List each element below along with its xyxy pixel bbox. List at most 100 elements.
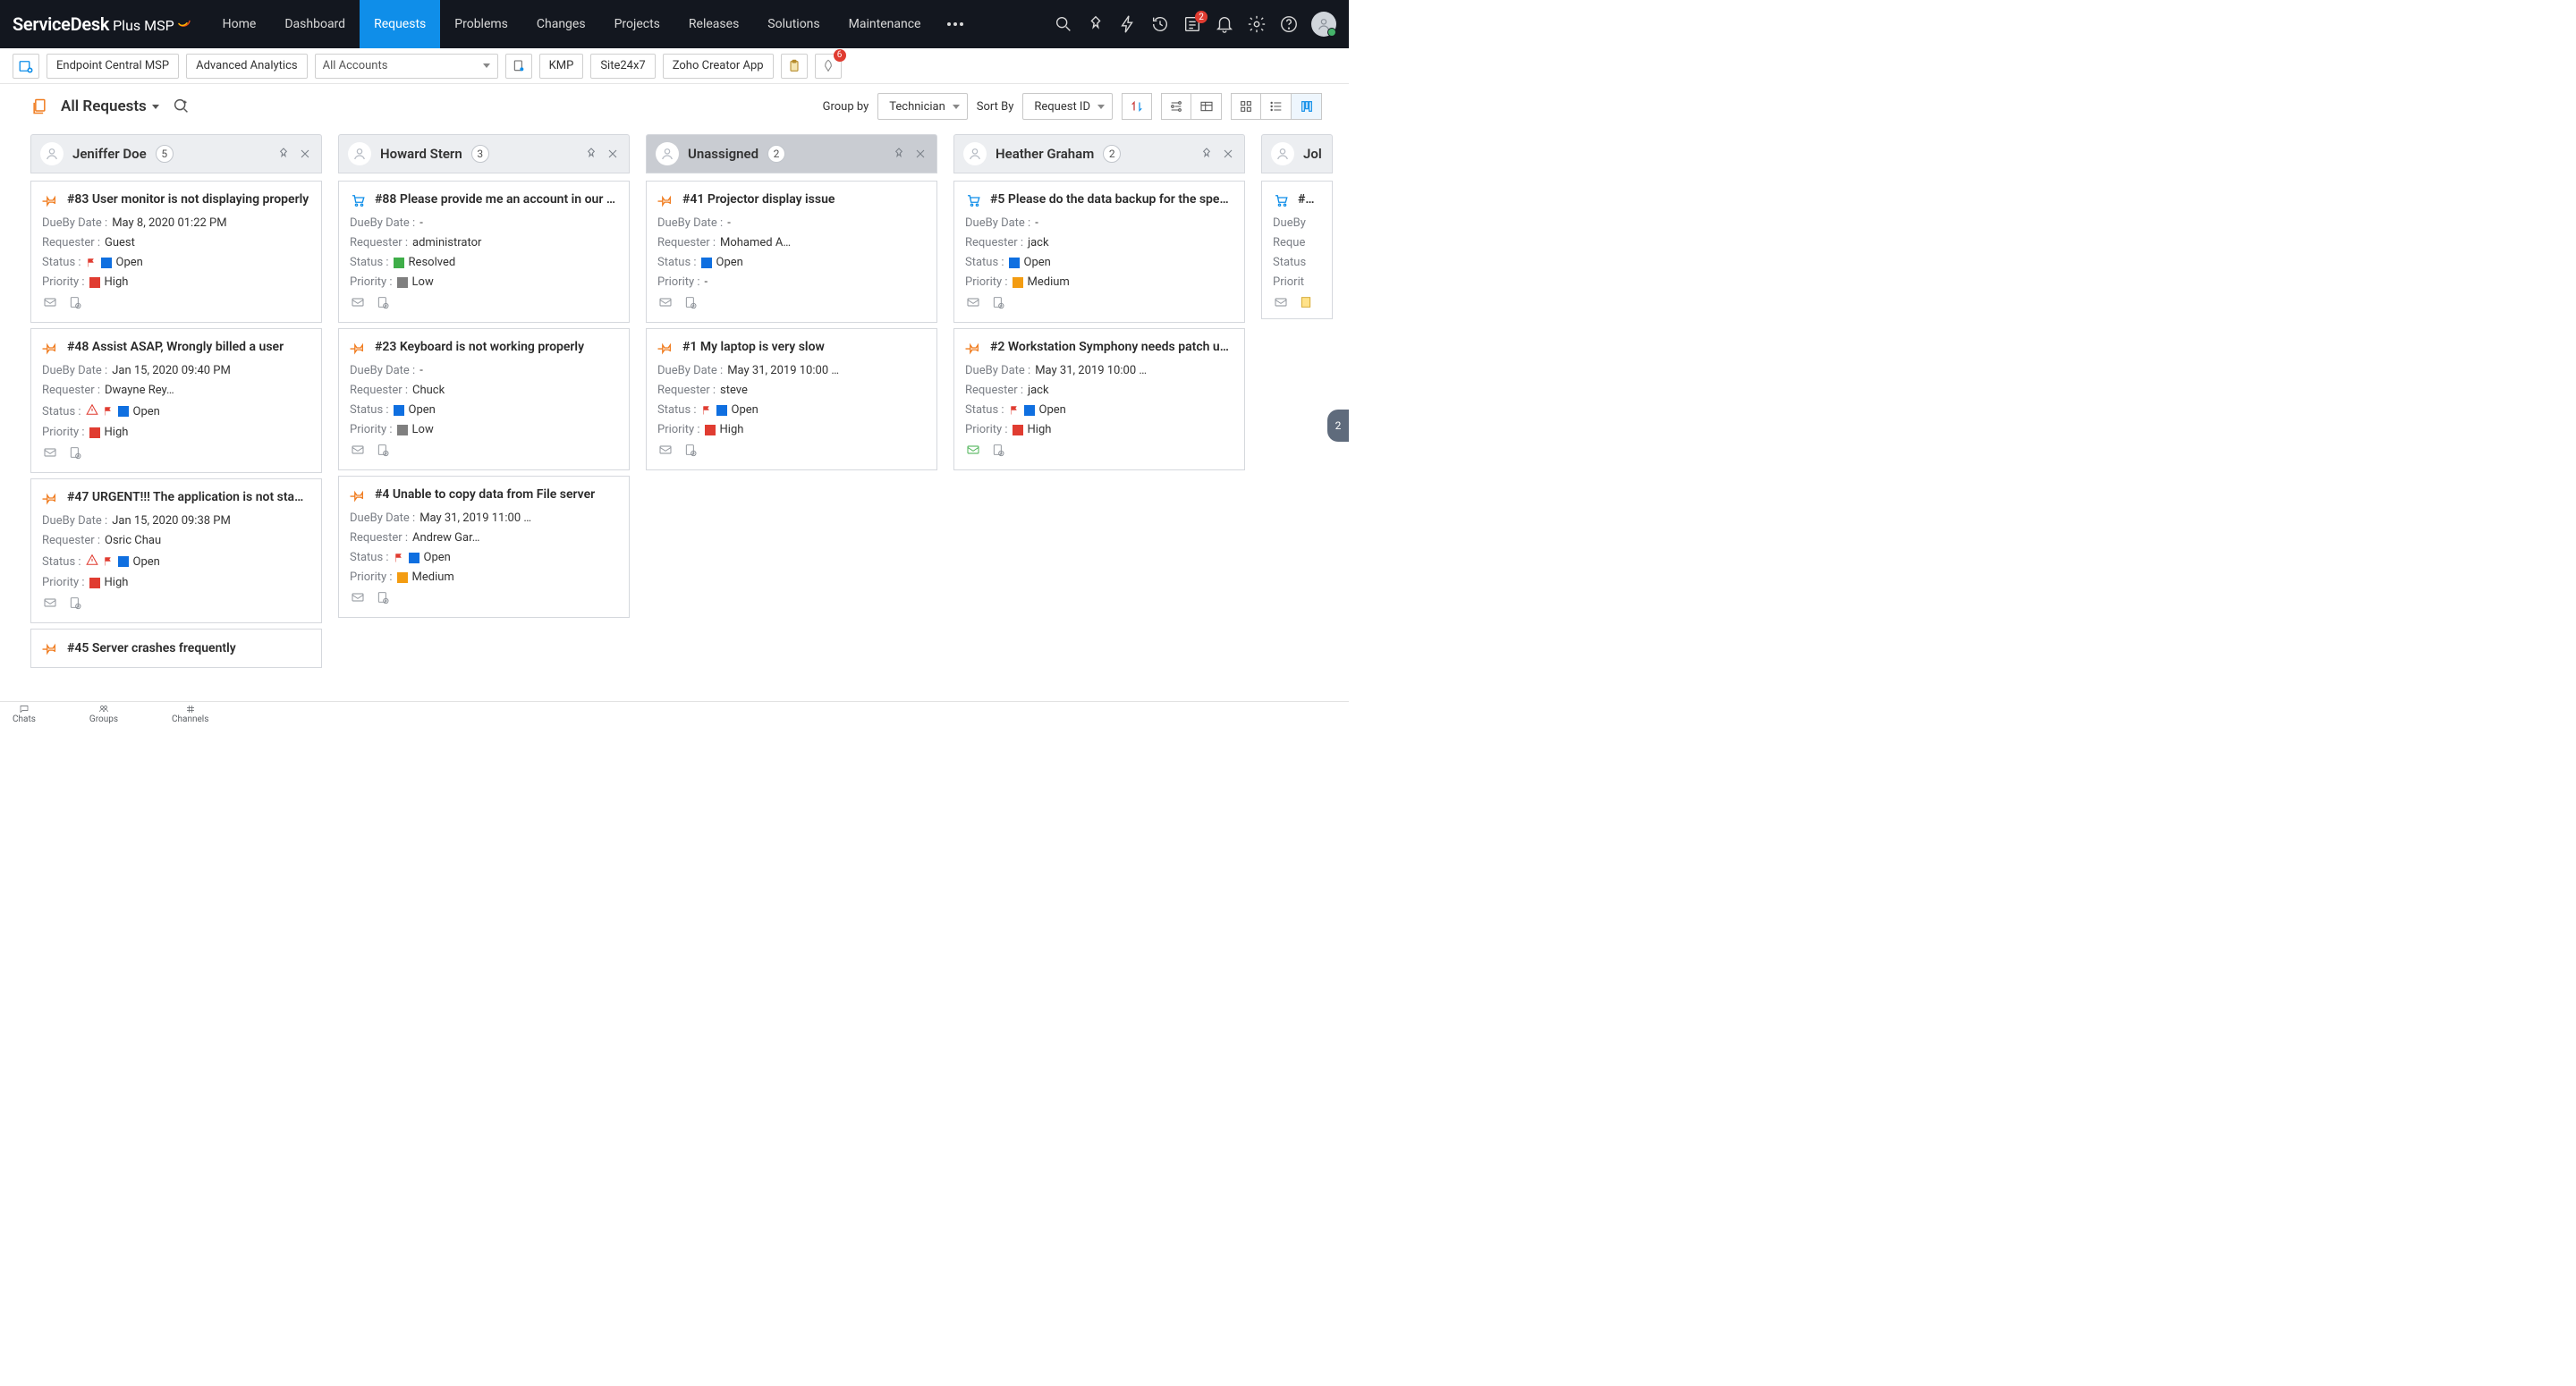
nav-item-requests[interactable]: Requests: [360, 0, 440, 48]
mail-icon[interactable]: [350, 590, 366, 608]
request-card[interactable]: #1 My laptop is very slowDueBy Date : Ma…: [646, 328, 937, 470]
groupby-dropdown[interactable]: Technician: [877, 93, 968, 120]
account-select[interactable]: All Accounts: [315, 54, 498, 79]
bell-icon[interactable]: [1215, 14, 1234, 34]
column-header[interactable]: Howard Stern3: [338, 134, 630, 173]
rocket-icon[interactable]: 6: [815, 54, 842, 79]
mail-icon[interactable]: [42, 295, 58, 313]
request-card[interactable]: #41 Projector display issueDueBy Date : …: [646, 181, 937, 323]
request-card[interactable]: #88 Please provide me an account in our …: [338, 181, 630, 323]
status-color: [118, 406, 129, 417]
column-name: Howard Stern: [380, 146, 462, 162]
request-card[interactable]: #14 PDueByRequeStatusPriorit: [1261, 181, 1333, 319]
close-column-icon[interactable]: [298, 147, 312, 161]
bottombar-channels[interactable]: Channels: [172, 704, 208, 724]
column-header[interactable]: Jeniffer Doe5: [30, 134, 322, 173]
column-header[interactable]: Jol: [1261, 134, 1333, 173]
request-card[interactable]: #48 Assist ASAP, Wrongly billed a userDu…: [30, 328, 322, 473]
close-column-icon[interactable]: [1221, 147, 1235, 161]
bottombar-groups[interactable]: Groups: [89, 704, 118, 724]
subnav-analytics[interactable]: Advanced Analytics: [186, 54, 308, 79]
mail-icon[interactable]: [965, 443, 981, 461]
status-color: [716, 405, 727, 416]
nav-item-dashboard[interactable]: Dashboard: [270, 0, 360, 48]
copy-icon[interactable]: [30, 97, 48, 116]
view-board-button[interactable]: [1292, 93, 1322, 120]
request-card[interactable]: #2 Workstation Symphony needs patch u…Du…: [953, 328, 1245, 470]
nav-item-home[interactable]: Home: [208, 0, 271, 48]
nav-more-icon[interactable]: [935, 22, 976, 26]
add-note-icon[interactable]: [67, 295, 83, 313]
requester-label: Requester :: [965, 384, 1023, 397]
nav-item-solutions[interactable]: Solutions: [753, 0, 834, 48]
add-note-icon[interactable]: [67, 596, 83, 613]
sortby-dropdown[interactable]: Request ID: [1022, 93, 1113, 120]
profile-avatar[interactable]: [1311, 12, 1336, 37]
request-card[interactable]: #45 Server crashes frequently: [30, 629, 322, 668]
column-header[interactable]: Unassigned2: [646, 134, 937, 173]
view-selector[interactable]: All Requests: [61, 97, 159, 115]
view-grid-button[interactable]: [1231, 93, 1261, 120]
pin-column-icon[interactable]: [892, 147, 906, 161]
nav-item-changes[interactable]: Changes: [522, 0, 600, 48]
column-header[interactable]: Heather Graham2: [953, 134, 1245, 173]
nav-item-maintenance[interactable]: Maintenance: [835, 0, 936, 48]
pin-column-icon[interactable]: [1199, 147, 1214, 161]
nav-item-problems[interactable]: Problems: [440, 0, 522, 48]
side-counter-badge[interactable]: 2: [1327, 410, 1349, 442]
priority-value: Medium: [1028, 275, 1070, 289]
priority-value: Low: [412, 423, 434, 436]
add-note-icon[interactable]: [375, 443, 391, 461]
view-list-button[interactable]: [1261, 93, 1292, 120]
add-note-icon[interactable]: [67, 445, 83, 463]
add-note-icon[interactable]: [990, 443, 1006, 461]
requester-value: administrator: [412, 236, 481, 249]
sort-direction-button[interactable]: [1122, 93, 1152, 120]
filter-search-icon[interactable]: [172, 97, 191, 116]
request-card[interactable]: #83 User monitor is not displaying prope…: [30, 181, 322, 323]
task-icon[interactable]: 2: [1182, 14, 1202, 34]
pin-icon[interactable]: [1086, 14, 1106, 34]
mail-icon[interactable]: [657, 443, 674, 461]
mail-icon[interactable]: [350, 443, 366, 461]
subnav-doc-icon[interactable]: [505, 54, 532, 79]
card-title: #4 Unable to copy data from File server: [375, 487, 618, 502]
add-note-icon[interactable]: [375, 295, 391, 313]
mail-icon[interactable]: [42, 596, 58, 613]
request-card[interactable]: #47 URGENT!!! The application is not sta…: [30, 478, 322, 623]
subnav-kmp[interactable]: KMP: [539, 54, 584, 79]
priority-color: [89, 427, 100, 438]
pin-column-icon[interactable]: [276, 147, 291, 161]
nav-item-projects[interactable]: Projects: [600, 0, 674, 48]
help-icon[interactable]: [1279, 14, 1299, 34]
add-tab-icon[interactable]: [13, 54, 39, 79]
settings-button[interactable]: [1161, 93, 1191, 120]
clipboard-icon[interactable]: [781, 54, 808, 79]
history-icon[interactable]: [1150, 14, 1170, 34]
column-name: Unassigned: [688, 146, 758, 162]
bottombar-chats[interactable]: Chats: [13, 704, 36, 724]
request-card[interactable]: #4 Unable to copy data from File serverD…: [338, 476, 630, 618]
add-note-icon[interactable]: [990, 295, 1006, 313]
subnav-endpoint[interactable]: Endpoint Central MSP: [47, 54, 179, 79]
mail-icon[interactable]: [350, 295, 366, 313]
mail-icon[interactable]: [42, 445, 58, 463]
close-column-icon[interactable]: [913, 147, 928, 161]
subnav-zoho[interactable]: Zoho Creator App: [663, 54, 774, 79]
close-column-icon[interactable]: [606, 147, 620, 161]
pin-column-icon[interactable]: [584, 147, 598, 161]
bolt-icon[interactable]: [1118, 14, 1138, 34]
add-note-icon[interactable]: [682, 295, 699, 313]
gear-icon[interactable]: [1247, 14, 1267, 34]
mail-icon[interactable]: [657, 295, 674, 313]
request-card[interactable]: #23 Keyboard is not working properlyDueB…: [338, 328, 630, 470]
mail-icon[interactable]: [965, 295, 981, 313]
add-note-icon[interactable]: [682, 443, 699, 461]
search-icon[interactable]: [1054, 14, 1073, 34]
layout-button[interactable]: [1191, 93, 1222, 120]
requester-label: Requester :: [965, 236, 1023, 249]
add-note-icon[interactable]: [375, 590, 391, 608]
nav-item-releases[interactable]: Releases: [674, 0, 753, 48]
subnav-site24x7[interactable]: Site24x7: [590, 54, 655, 79]
request-card[interactable]: #5 Please do the data backup for the spe…: [953, 181, 1245, 323]
